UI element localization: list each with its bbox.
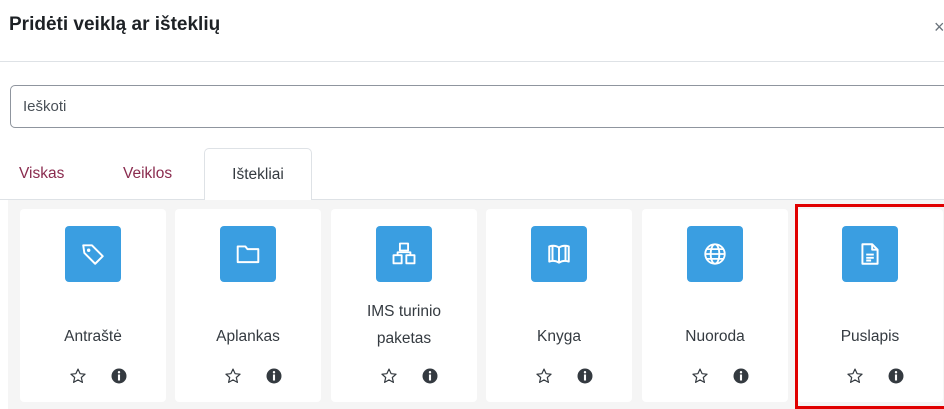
close-icon[interactable]: × [934, 17, 944, 38]
item-label: Knyga [537, 328, 581, 345]
modal-header: Pridėti veiklą ar išteklių × [0, 0, 944, 62]
info-icon[interactable] [110, 367, 128, 385]
star-icon[interactable] [69, 367, 87, 385]
star-icon[interactable] [224, 367, 242, 385]
item-card-label[interactable]: Antraštė [20, 209, 166, 402]
item-label: IMS turinio paketas [366, 303, 442, 347]
globe-icon [687, 226, 743, 282]
item-label: Antraštė [64, 328, 122, 345]
search-input[interactable] [10, 85, 944, 128]
tag-icon [65, 226, 121, 282]
info-icon[interactable] [576, 367, 594, 385]
book-icon [531, 226, 587, 282]
item-card-ims-package[interactable]: IMS turinio paketas [331, 209, 477, 402]
item-card-folder[interactable]: Aplankas [175, 209, 321, 402]
star-icon[interactable] [691, 367, 709, 385]
tab-all[interactable]: Viskas [19, 148, 64, 200]
info-icon[interactable] [732, 367, 750, 385]
item-card-book[interactable]: Knyga [486, 209, 632, 402]
item-label: Aplankas [216, 328, 280, 345]
tab-activities[interactable]: Veiklos [123, 148, 172, 200]
dialog-title: Pridėti veiklą ar išteklių [9, 14, 221, 35]
item-label: Nuoroda [685, 328, 745, 345]
highlight-box [795, 204, 944, 409]
star-icon[interactable] [535, 367, 553, 385]
info-icon[interactable] [421, 367, 439, 385]
tab-bar: Viskas Veiklos Ištekliai [0, 148, 944, 201]
item-card-url[interactable]: Nuoroda [642, 209, 788, 402]
info-icon[interactable] [265, 367, 283, 385]
folder-icon [220, 226, 276, 282]
package-icon [376, 226, 432, 282]
star-icon[interactable] [380, 367, 398, 385]
tab-resources[interactable]: Ištekliai [204, 148, 312, 201]
